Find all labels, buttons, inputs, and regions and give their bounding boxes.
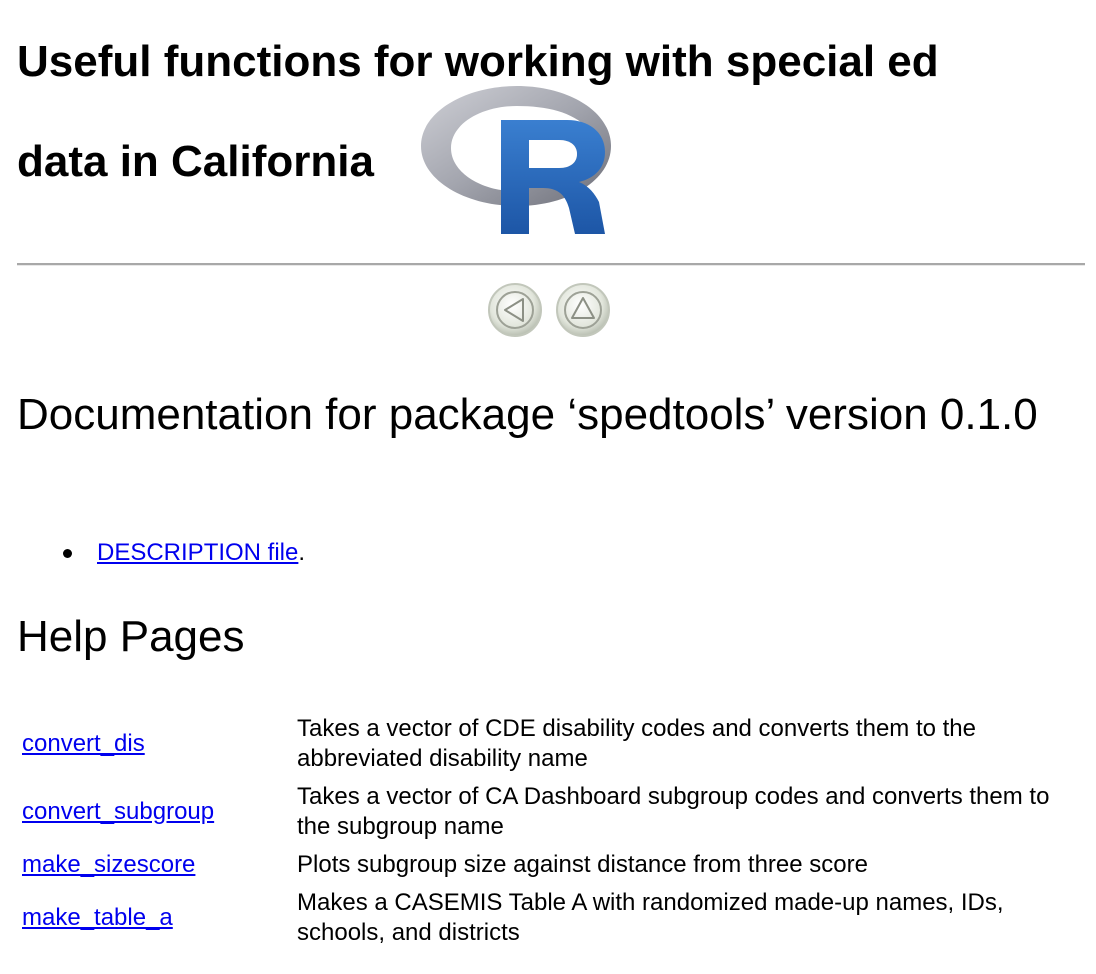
function-cell: make_table_a: [17, 884, 297, 952]
help-pages-heading: Help Pages: [17, 612, 245, 661]
documentation-heading: Documentation for package ‘spedtools’ ve…: [17, 390, 1038, 439]
r-logo-icon: [421, 86, 611, 234]
function-cell: make_sizescore: [17, 846, 297, 884]
function-cell: convert_subgroup: [17, 778, 297, 846]
function-link-convert-dis[interactable]: convert_dis: [22, 730, 145, 757]
description-cell: Plots subgroup size against distance fro…: [297, 851, 868, 878]
left-arrow-icon[interactable]: [487, 282, 543, 338]
bullet-icon: [63, 549, 72, 558]
function-link-make-sizescore[interactable]: make_sizescore: [22, 851, 195, 878]
function-link-make-table-a[interactable]: make_table_a: [22, 904, 173, 931]
list-item-suffix: .: [298, 539, 306, 566]
table-row: convert_subgroup Takes a vector of CA Da…: [17, 778, 1085, 846]
description-cell: Takes a vector of CA Dashboard subgroup …: [297, 783, 1050, 840]
list-item: DESCRIPTION file.: [17, 536, 305, 570]
function-link-convert-subgroup[interactable]: convert_subgroup: [22, 798, 214, 825]
function-cell: convert_dis: [17, 710, 297, 778]
description-cell: Makes a CASEMIS Table A with randomized …: [297, 889, 1004, 946]
table-row: convert_dis Takes a vector of CDE disabi…: [17, 710, 1085, 778]
page-title-line-2: data in California: [17, 137, 374, 186]
navigation-buttons: [487, 282, 617, 342]
help-pages-table: convert_dis Takes a vector of CDE disabi…: [17, 710, 1085, 952]
table-row: make_sizescore Plots subgroup size again…: [17, 846, 1085, 884]
documentation-list: DESCRIPTION file.: [17, 536, 305, 570]
up-arrow-icon[interactable]: [555, 282, 611, 338]
description-cell: Takes a vector of CDE disability codes a…: [297, 715, 976, 772]
table-row: make_table_a Makes a CASEMIS Table A wit…: [17, 884, 1085, 952]
header-divider: [17, 263, 1085, 266]
page-title-line-1: Useful functions for working with specia…: [17, 37, 939, 86]
description-file-link[interactable]: DESCRIPTION file: [97, 539, 298, 566]
